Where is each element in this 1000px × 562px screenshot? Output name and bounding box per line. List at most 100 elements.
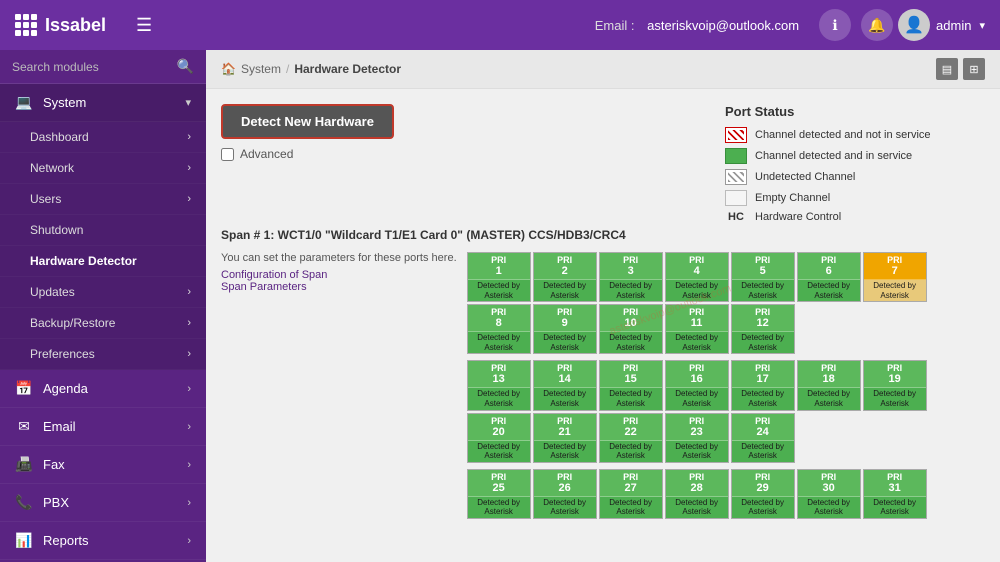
pri-cell-7[interactable]: PRI7Detected by Asterisk [863, 252, 927, 302]
pri-cell-13[interactable]: PRI13Detected by Asterisk [467, 360, 531, 410]
sidebar-item-shutdown[interactable]: Shutdown [0, 215, 206, 246]
pri-cell-bottom: Detected by Asterisk [864, 388, 926, 409]
hamburger-menu[interactable]: ☰ [136, 15, 152, 36]
pri-cell-bottom: Detected by Asterisk [732, 332, 794, 353]
pri-cell-bottom: Detected by Asterisk [600, 441, 662, 462]
pri-cell-bottom: Detected by Asterisk [534, 441, 596, 462]
pri-cell-12[interactable]: PRI12Detected by Asterisk [731, 304, 795, 354]
pri-num: 6 [798, 265, 860, 277]
user-menu[interactable]: 👤 admin ▾ [898, 9, 985, 41]
sidebar-search-area: 🔍 [0, 50, 206, 84]
pri-label: PRI [666, 363, 728, 373]
sidebar-item-agenda[interactable]: 📅 Agenda › [0, 370, 206, 408]
sidebar-item-updates[interactable]: Updates › [0, 277, 206, 308]
pri-cell-24[interactable]: PRI24Detected by Asterisk [731, 413, 795, 463]
pri-num: 14 [534, 373, 596, 385]
pri-cell-bottom: Detected by Asterisk [864, 497, 926, 518]
sidebar-item-system[interactable]: 💻 System ▾ [0, 84, 206, 122]
pri-label: PRI [600, 307, 662, 317]
prefs-arrow: › [187, 348, 191, 360]
sidebar-item-backup-restore[interactable]: Backup/Restore › [0, 308, 206, 339]
sidebar-item-network[interactable]: Network › [0, 153, 206, 184]
topbar: Issabel ☰ Email : asteriskvoip@outlook.c… [0, 0, 1000, 50]
advanced-checkbox[interactable] [221, 148, 234, 161]
pri-cell-bottom: Detected by Asterisk [534, 497, 596, 518]
pri-cell-19[interactable]: PRI19Detected by Asterisk [863, 360, 927, 410]
pri-cell-1[interactable]: PRI1Detected by Asterisk [467, 252, 531, 302]
pri-cell-25[interactable]: PRI25Detected by Asterisk [467, 469, 531, 519]
sidebar-item-pbx[interactable]: 📞 PBX › [0, 484, 206, 522]
pri-num: 26 [534, 482, 596, 494]
pri-cell-30[interactable]: PRI30Detected by Asterisk [797, 469, 861, 519]
pri-cell-20[interactable]: PRI20Detected by Asterisk [467, 413, 531, 463]
pri-num: 15 [600, 373, 662, 385]
sidebar-item-email[interactable]: ✉ Email › [0, 408, 206, 446]
pri-num: 4 [666, 265, 728, 277]
pri-cell-bottom: Detected by Asterisk [468, 388, 530, 409]
pri-cell-9[interactable]: PRI9Detected by Asterisk [533, 304, 597, 354]
pri-cell-23[interactable]: PRI23Detected by Asterisk [665, 413, 729, 463]
pri-cell-3[interactable]: PRI3Detected by Asterisk [599, 252, 663, 302]
span-config-link2[interactable]: Span Parameters [221, 281, 307, 293]
sidebar-item-label: PBX [43, 495, 187, 510]
span-config-link1[interactable]: Configuration of Span [221, 269, 327, 281]
pri-num: 30 [798, 482, 860, 494]
sidebar-sub-label: Updates [30, 285, 75, 299]
breadcrumb-action-2[interactable]: ⊞ [963, 58, 985, 80]
sidebar-item-dashboard[interactable]: Dashboard › [0, 122, 206, 153]
pri-cell-14[interactable]: PRI14Detected by Asterisk [533, 360, 597, 410]
pri-cell-bottom: Detected by Asterisk [468, 332, 530, 353]
port-status-title: Port Status [725, 104, 985, 119]
breadcrumb-current: Hardware Detector [294, 62, 401, 76]
sidebar-item-hardware-detector[interactable]: Hardware Detector [0, 246, 206, 277]
pri-cell-15[interactable]: PRI15Detected by Asterisk [599, 360, 663, 410]
span-config-text: You can set the parameters for these por… [221, 252, 457, 264]
pri-label: PRI [534, 255, 596, 265]
legend-box-empty [725, 190, 747, 206]
legend-box-not-in-service [725, 127, 747, 143]
pri-cell-31[interactable]: PRI31Detected by Asterisk [863, 469, 927, 519]
sidebar-item-fax[interactable]: 📠 Fax › [0, 446, 206, 484]
notifications-button[interactable]: 🔔 [861, 9, 893, 41]
sidebar-item-reports[interactable]: 📊 Reports › [0, 522, 206, 560]
pri-label: PRI [666, 307, 728, 317]
breadcrumb-action-1[interactable]: ▤ [936, 58, 958, 80]
advanced-row: Advanced [221, 147, 705, 161]
pri-cell-21[interactable]: PRI21Detected by Asterisk [533, 413, 597, 463]
pri-cell-5[interactable]: PRI5Detected by Asterisk [731, 252, 795, 302]
sidebar-item-label: Fax [43, 457, 187, 472]
pri-cell-27[interactable]: PRI27Detected by Asterisk [599, 469, 663, 519]
span-title: Span # 1: WCT1/0 "Wildcard T1/E1 Card 0"… [221, 228, 985, 242]
search-icon: 🔍 [177, 58, 194, 75]
pri-num: 12 [732, 317, 794, 329]
pri-cell-2[interactable]: PRI2Detected by Asterisk [533, 252, 597, 302]
search-input[interactable] [12, 60, 177, 74]
pri-row-1: PRI1Detected by AsteriskPRI2Detected by … [467, 252, 985, 354]
detect-hardware-button[interactable]: Detect New Hardware [221, 104, 394, 139]
pri-row-3: PRI25Detected by Asterisk PRI 26 Detected b… [467, 469, 985, 519]
pri-cell-26[interactable]: PRI26Detected by Asterisk [533, 469, 597, 519]
pri-label: PRI [534, 416, 596, 426]
pri-cell-29[interactable]: PRI29Detected by Asterisk [731, 469, 795, 519]
pri-cell-22[interactable]: PRI22Detected by Asterisk [599, 413, 663, 463]
pri-cell-6[interactable]: PRI6Detected by Asterisk [797, 252, 861, 302]
pri-label: PRI [468, 307, 530, 317]
pri-cell-bottom: Detected by Asterisk [600, 497, 662, 518]
sidebar-item-users[interactable]: Users › [0, 184, 206, 215]
pri-cell-11[interactable]: PRI11Detected by Asterisk [665, 304, 729, 354]
pri-cell-4[interactable]: PRI4Detected by Asterisk [665, 252, 729, 302]
sidebar-item-preferences[interactable]: Preferences › [0, 339, 206, 370]
pri-cell-8[interactable]: PRI8Detected by Asterisk [467, 304, 531, 354]
pri-cell-bottom: Detected by Asterisk [468, 441, 530, 462]
breadcrumb-system[interactable]: System [241, 62, 281, 76]
sidebar-sub-label: Preferences [30, 347, 95, 361]
system-icon: 💻 [15, 94, 33, 111]
username: admin [936, 18, 971, 33]
pri-cell-10[interactable]: PRI10Detected by Asterisk [599, 304, 663, 354]
pri-label: PRI [600, 472, 662, 482]
pri-cell-28[interactable]: PRI28Detected by Asterisk [665, 469, 729, 519]
info-button[interactable]: ℹ [819, 9, 851, 41]
pri-cell-16[interactable]: PRI16Detected by Asterisk [665, 360, 729, 410]
pri-cell-18[interactable]: PRI18Detected by Asterisk [797, 360, 861, 410]
pri-cell-17[interactable]: PRI17Detected by Asterisk [731, 360, 795, 410]
